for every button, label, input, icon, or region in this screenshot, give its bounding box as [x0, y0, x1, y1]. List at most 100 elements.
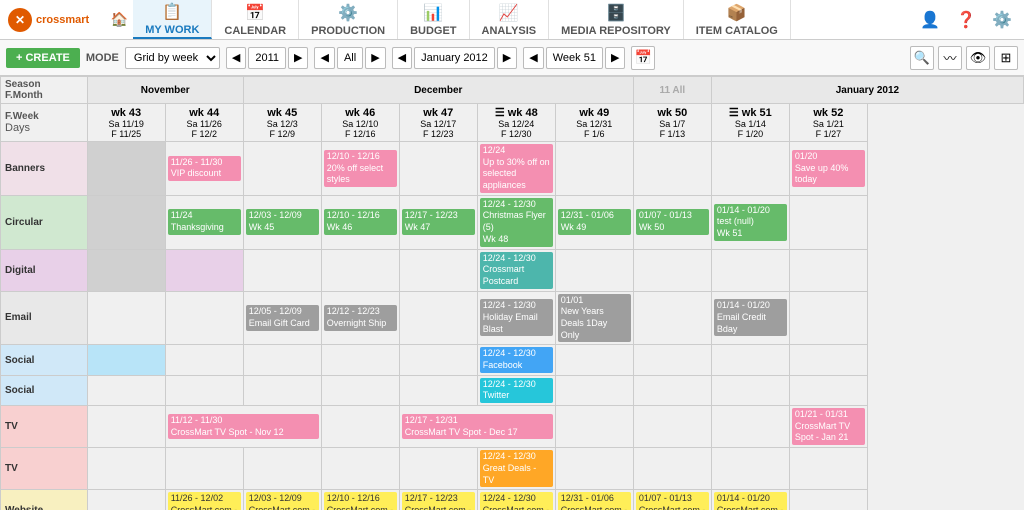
banners-item-wk44[interactable]: 11/26 - 11/30VIP discount [168, 156, 241, 181]
week-prev-btn[interactable]: ◀ [523, 47, 543, 69]
tab-production[interactable]: ⚙️ PRODUCTION [299, 0, 398, 39]
digital-wk48[interactable]: 12/24 - 12/30Crossmart Postcard [477, 249, 555, 291]
website-item-wk51[interactable]: 01/14 - 01/20CrossMart.com - Jan 14 [714, 492, 787, 510]
circular-item-wk46[interactable]: 12/10 - 12/16Wk 46 [324, 209, 397, 234]
email-wk46[interactable]: 12/12 - 12/23Overnight Ship [321, 291, 399, 345]
website-item-wk48[interactable]: 12/24 - 12/30CrossMart.com - Dec 24 [480, 492, 553, 510]
banners-item-wk46[interactable]: 12/10 - 12/1620% off select styles [324, 150, 397, 187]
email-wk49[interactable]: 01/01New Years Deals 1Day Only [555, 291, 633, 345]
tv-spot-jan-item[interactable]: 01/21 - 01/31CrossMart TV Spot - Jan 21 [792, 408, 865, 445]
email-item-wk46[interactable]: 12/12 - 12/23Overnight Ship [324, 305, 397, 330]
social-twitter-item[interactable]: 12/24 - 12/30Twitter [480, 378, 553, 403]
tab-budget[interactable]: 📊 BUDGET [398, 0, 469, 39]
circular-wk50[interactable]: 01/07 - 01/13Wk 50 [633, 195, 711, 249]
eye-toolbar-icon[interactable]: 👁 [966, 46, 990, 70]
circular-wk49[interactable]: 12/31 - 01/06Wk 49 [555, 195, 633, 249]
website-wk49[interactable]: 12/31 - 01/06CrossMart.com - Dec 31 [555, 490, 633, 510]
banners-wk46[interactable]: 12/10 - 12/1620% off select styles [321, 142, 399, 196]
banners-wk44[interactable]: 11/26 - 11/30VIP discount [165, 142, 243, 196]
circular-item-wk49[interactable]: 12/31 - 01/06Wk 49 [558, 209, 631, 234]
tv-spot-dec-item[interactable]: 12/17 - 12/31CrossMart TV Spot - Dec 17 [402, 414, 553, 439]
website-wk44[interactable]: 11/26 - 12/02CrossMart.com - Nov 26 [165, 490, 243, 510]
month-prev-btn[interactable]: ◀ [392, 47, 412, 69]
email-item-wk51[interactable]: 01/14 - 01/20Email Credit Bday [714, 299, 787, 336]
tv1-wk52[interactable]: 01/21 - 01/31CrossMart TV Spot - Jan 21 [789, 406, 867, 448]
tv-spot-nov-item[interactable]: 11/12 - 11/30CrossMart TV Spot - Nov 12 [168, 414, 319, 439]
tv2-wk45 [243, 448, 321, 490]
tv2-wk48[interactable]: 12/24 - 12/30Great Deals - TV [477, 448, 555, 490]
banners-item-wk52[interactable]: 01/20Save up 40% today [792, 150, 865, 187]
email-wk51[interactable]: 01/14 - 01/20Email Credit Bday [711, 291, 789, 345]
website-wk46[interactable]: 12/10 - 12/16CrossMart.com - Dec 10 [321, 490, 399, 510]
website-wk45[interactable]: 12/03 - 12/09CrossMart.com - Dec 3 [243, 490, 321, 510]
digital-item-wk48[interactable]: 12/24 - 12/30Crossmart Postcard [480, 252, 553, 289]
tv2-wk46 [321, 448, 399, 490]
website-item-wk46[interactable]: 12/10 - 12/16CrossMart.com - Dec 10 [324, 492, 397, 510]
circular-wk47[interactable]: 12/17 - 12/23Wk 47 [399, 195, 477, 249]
circular-wk46[interactable]: 12/10 - 12/16Wk 46 [321, 195, 399, 249]
tab-media-repository[interactable]: 🗄️ MEDIA REPOSITORY [549, 0, 684, 39]
banners-wk52[interactable]: 01/20Save up 40% today [789, 142, 867, 196]
chart-toolbar-icon[interactable]: 〰 [938, 46, 962, 70]
circular-item-wk44[interactable]: 11/24Thanksgiving [168, 209, 241, 234]
tab-analysis[interactable]: 📈 ANALYSIS [470, 0, 550, 39]
website-item-wk44[interactable]: 11/26 - 12/02CrossMart.com - Nov 26 [168, 492, 241, 510]
email-wk45[interactable]: 12/05 - 12/09Email Gift Card [243, 291, 321, 345]
tab-my-work[interactable]: 📋 MY WORK [133, 0, 212, 39]
social1-wk44 [165, 345, 243, 375]
filter-next-btn[interactable]: ▶ [365, 47, 385, 69]
month-nav: ◀ January 2012 ▶ [392, 47, 518, 69]
social2-wk49 [555, 375, 633, 405]
week-next-btn[interactable]: ▶ [605, 47, 625, 69]
year-prev-btn[interactable]: ◀ [226, 47, 246, 69]
circular-wk48[interactable]: 12/24 - 12/30Christmas Flyer (5)Wk 48 [477, 195, 555, 249]
user-icon[interactable]: 👤 [916, 6, 944, 34]
tab-item-catalog[interactable]: 📦 ITEM CATALOG [684, 0, 791, 39]
create-button[interactable]: + CREATE [6, 48, 80, 68]
circular-item-wk48[interactable]: 12/24 - 12/30Christmas Flyer (5)Wk 48 [480, 198, 553, 247]
settings-icon[interactable]: ⚙️ [988, 6, 1016, 34]
calendar-picker-btn[interactable]: 📅 [631, 46, 655, 70]
website-item-wk47[interactable]: 12/17 - 12/23CrossMart.com - Dec 17 [402, 492, 475, 510]
search-toolbar-icon[interactable]: 🔍 [910, 46, 934, 70]
mode-select[interactable]: Grid by week [125, 47, 220, 69]
social1-wk48[interactable]: 12/24 - 12/30Facebook [477, 345, 555, 375]
circular-item-wk45[interactable]: 12/03 - 12/09Wk 45 [246, 209, 319, 234]
year-next-btn[interactable]: ▶ [288, 47, 308, 69]
circular-wk51[interactable]: 01/14 - 01/20 test (null)Wk 51 [711, 195, 789, 249]
email-item-wk48[interactable]: 12/24 - 12/30Holiday Email Blast [480, 299, 553, 336]
website-wk48[interactable]: 12/24 - 12/30CrossMart.com - Dec 24 [477, 490, 555, 510]
tab-calendar[interactable]: 📅 CALENDAR [212, 0, 299, 39]
website-wk51[interactable]: 01/14 - 01/20CrossMart.com - Jan 14 [711, 490, 789, 510]
email-item-wk45[interactable]: 12/05 - 12/09Email Gift Card [246, 305, 319, 330]
social2-wk50 [633, 375, 711, 405]
social2-wk48[interactable]: 12/24 - 12/30Twitter [477, 375, 555, 405]
email-wk48[interactable]: 12/24 - 12/30Holiday Email Blast [477, 291, 555, 345]
month-next-btn[interactable]: ▶ [497, 47, 517, 69]
banners-item-wk48[interactable]: 12/24Up to 30% off on selected appliance… [480, 144, 553, 193]
circular-item-wk50[interactable]: 01/07 - 01/13Wk 50 [636, 209, 709, 234]
tv-great-deals-item[interactable]: 12/24 - 12/30Great Deals - TV [480, 450, 553, 487]
circular-wk45[interactable]: 12/03 - 12/09Wk 45 [243, 195, 321, 249]
help-icon[interactable]: ❓ [952, 6, 980, 34]
website-item-wk49[interactable]: 12/31 - 01/06CrossMart.com - Dec 31 [558, 492, 631, 510]
filter-prev-btn[interactable]: ◀ [314, 47, 334, 69]
app-logo[interactable]: ✕ crossmart [8, 8, 89, 32]
website-wk47[interactable]: 12/17 - 12/23CrossMart.com - Dec 17 [399, 490, 477, 510]
website-item-wk50[interactable]: 01/07 - 01/13CrossMart.com - Jan 7 [636, 492, 709, 510]
banners-wk48[interactable]: 12/24Up to 30% off on selected appliance… [477, 142, 555, 196]
circular-item-wk47[interactable]: 12/17 - 12/23Wk 47 [402, 209, 475, 234]
circular-item-wk51[interactable]: 01/14 - 01/20 test (null)Wk 51 [714, 204, 787, 241]
circular-wk44[interactable]: 11/24Thanksgiving [165, 195, 243, 249]
grid-toolbar-icon[interactable]: ⊞ [994, 46, 1018, 70]
tv1-wk44-45[interactable]: 11/12 - 11/30CrossMart TV Spot - Nov 12 [165, 406, 321, 448]
social-facebook-item[interactable]: 12/24 - 12/30Facebook [480, 347, 553, 372]
website-item-wk45[interactable]: 12/03 - 12/09CrossMart.com - Dec 3 [246, 492, 319, 510]
email-item-wk49[interactable]: 01/01New Years Deals 1Day Only [558, 294, 631, 343]
digital-wk43 [87, 249, 165, 291]
website-wk50[interactable]: 01/07 - 01/13CrossMart.com - Jan 7 [633, 490, 711, 510]
month-value: January 2012 [414, 47, 495, 69]
home-icon[interactable]: 🏠 [105, 6, 133, 34]
tv1-wk47-48[interactable]: 12/17 - 12/31CrossMart TV Spot - Dec 17 [399, 406, 555, 448]
banners-label: Banners [1, 142, 88, 196]
